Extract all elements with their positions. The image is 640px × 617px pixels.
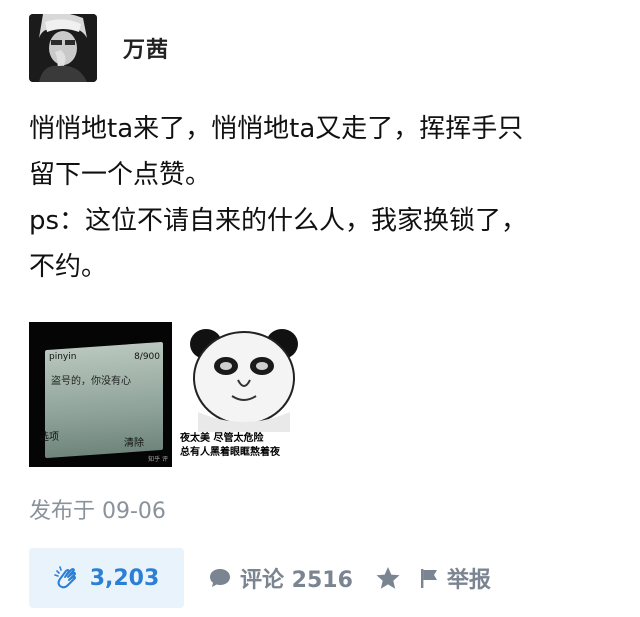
author-name[interactable]: 万茜	[123, 32, 169, 64]
post-text-line: 悄悄地ta来了，悄悄地ta又走了，挥挥手只	[29, 114, 524, 144]
post-text-line: 留下一个点赞。	[29, 160, 212, 190]
comment-label: 评论 2516	[240, 568, 353, 593]
post-text-line: ps：这位不请自来的什么人，我家换锁了，	[29, 206, 528, 236]
post-header: 万茜	[29, 14, 169, 82]
meme-caption-line: 总有人黑着眼眶熬着夜	[180, 447, 280, 458]
flag-icon	[419, 567, 439, 589]
meme-caption-line: 夜太美 尽管太危险	[180, 433, 264, 444]
report-button[interactable]: 举报	[419, 562, 491, 594]
star-icon	[375, 566, 401, 590]
meme-caption: 夜太美 尽管太危险 总有人黑着眼眶熬着夜	[180, 432, 280, 460]
phone-left-softkey: 选项	[39, 432, 59, 443]
phone-counter: 8/900	[134, 352, 160, 362]
action-bar: 3,203 评论 2516 举报	[29, 548, 491, 608]
favorite-button[interactable]	[375, 566, 401, 590]
post-images: pinyin 8/900 盗号的，你没有心 选项 清除 知乎 评 夜太美 尽管太…	[29, 322, 313, 467]
post-image-phone[interactable]: pinyin 8/900 盗号的，你没有心 选项 清除 知乎 评	[29, 322, 172, 467]
publish-date: 发布于 09-06	[29, 499, 166, 524]
phone-message: 盗号的，你没有心	[51, 376, 131, 387]
image-watermark: 知乎 评	[148, 456, 168, 463]
avatar[interactable]	[29, 14, 97, 82]
panda-face-image	[190, 329, 298, 432]
post-content: 悄悄地ta来了，悄悄地ta又走了，挥挥手只 留下一个点赞。 ps：这位不请自来的…	[29, 106, 619, 290]
phone-right-softkey: 清除	[124, 438, 144, 449]
post-text-line: 不约。	[29, 252, 108, 282]
clap-icon	[53, 565, 80, 591]
comment-button[interactable]: 评论 2516	[208, 562, 353, 594]
post-image-panda-meme[interactable]: 夜太美 尽管太危险 总有人黑着眼眶熬着夜	[176, 322, 313, 467]
report-label: 举报	[446, 568, 491, 593]
phone-ime: pinyin	[49, 352, 77, 362]
avatar-image	[29, 14, 97, 82]
phone-status-bar: pinyin 8/900	[49, 352, 160, 362]
comment-icon	[208, 567, 232, 589]
clap-button[interactable]: 3,203	[29, 548, 184, 608]
clap-count: 3,203	[89, 565, 160, 591]
